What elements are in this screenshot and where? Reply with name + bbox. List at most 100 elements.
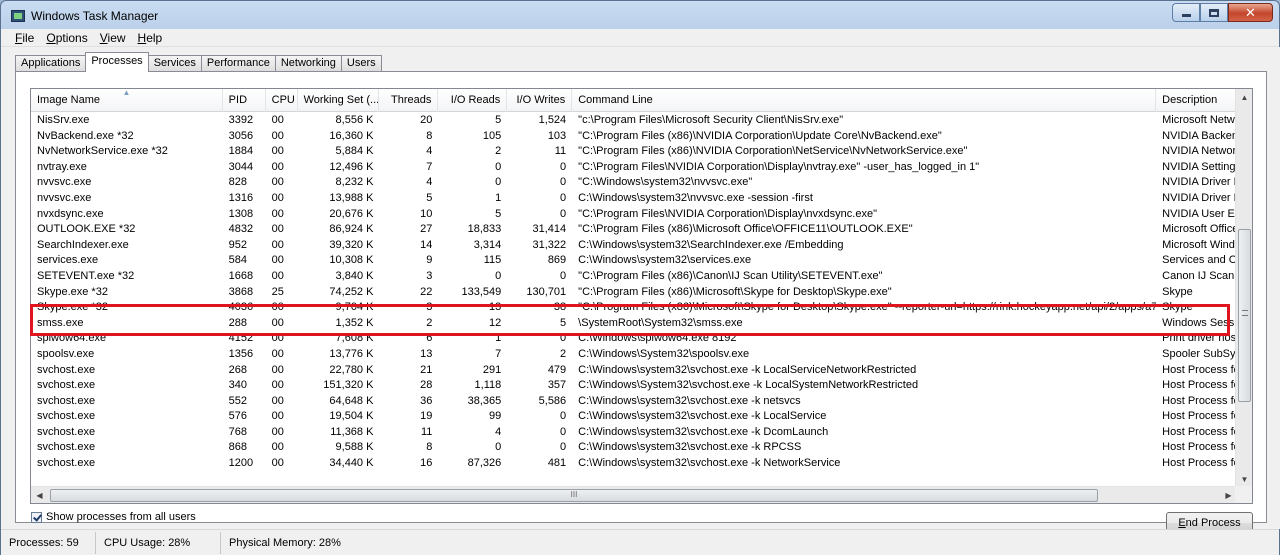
tab-applications[interactable]: Applications [15,55,87,72]
menu-options[interactable]: Options [40,31,93,45]
cell-image-name: Skype.exe *32 [37,285,108,298]
column-pid[interactable]: PID [223,89,266,112]
cell-threads: 13 [420,347,433,360]
table-row[interactable]: SearchIndexer.exe 952 00 39,320 K 14 3,314 31,… [31,238,1252,254]
table-row[interactable]: svchost.exe 268 00 22,780 K 21 291 479 C:\Windo… [31,363,1252,379]
menu-file[interactable]: File [9,31,40,45]
cell-threads: 10 [420,207,433,220]
table-row[interactable]: NisSrv.exe 3392 00 8,556 K 20 5 1,524 "c:\Progr… [31,113,1252,129]
column-io-reads[interactable]: I/O Reads [438,89,508,112]
tab-networking[interactable]: Networking [274,55,342,72]
tab-performance[interactable]: Performance [200,55,276,72]
cell-cpu: 00 [271,441,284,454]
table-row[interactable]: svchost.exe 868 00 9,588 K 8 0 0 C:\Windows\sys… [31,440,1252,456]
table-row[interactable]: spoolsv.exe 1356 00 13,776 K 13 7 2 C:\Windows\… [31,347,1252,363]
vertical-scrollbar[interactable]: ▲ ▼ [1235,89,1252,488]
column-cpu[interactable]: CPU [266,89,298,112]
cell-working-set: 19,504 K [329,410,374,423]
cell-command-line: C:\Windows\system32\svchost.exe -k Local… [578,410,827,423]
cell-pid: 3044 [228,160,254,173]
cell-image-name: nvvsvc.exe [37,191,92,204]
status-bar: Processes: 59 CPU Usage: 28% Physical Me… [1,529,1279,555]
column-threads[interactable]: Threads [379,89,439,112]
cell-io-writes: 103 [547,129,567,142]
cell-command-line: "C:\Program Files (x86)\NVIDIA Corporati… [578,145,968,158]
show-all-label: Show processes from all users [46,511,196,523]
table-row[interactable]: svchost.exe 552 00 64,648 K 36 38,365 5,586 C:\… [31,394,1252,410]
cell-threads: 7 [426,160,433,173]
table-row[interactable]: services.exe 584 00 10,308 K 9 115 869 C:\Windo… [31,253,1252,269]
cell-threads: 5 [426,191,433,204]
table-row[interactable]: SETEVENT.exe *32 1668 00 3,840 K 3 0 0 "C:\Prog… [31,269,1252,285]
maximize-icon [1209,8,1219,17]
column-io-writes[interactable]: I/O Writes [507,89,573,112]
cell-io-reads: 5 [495,207,502,220]
cell-pid: 952 [228,238,248,251]
table-row[interactable]: nvvsvc.exe 828 00 8,232 K 4 0 0 "C:\Windows\sys… [31,175,1252,191]
scroll-up-icon[interactable]: ▲ [1236,89,1252,106]
cell-cpu: 00 [271,129,284,142]
table-row[interactable]: svchost.exe 576 00 19,504 K 19 99 0 C:\Windows\… [31,409,1252,425]
cell-io-writes: 5,586 [538,394,567,407]
table-row[interactable]: svchost.exe 1200 00 34,440 K 16 87,326 481 C:\W… [31,456,1252,472]
cell-pid: 1668 [228,269,254,282]
tab-users[interactable]: Users [340,55,382,72]
cell-io-reads: 38,365 [467,394,502,407]
menu-view[interactable]: View [94,31,132,45]
cell-cpu: 00 [271,191,284,204]
cell-pid: 3868 [228,285,254,298]
tab-processes[interactable]: Processes [85,52,149,72]
column-working-set[interactable]: Working Set (... [298,89,380,112]
show-all-processes-option[interactable]: Show processes from all users [31,511,196,523]
vertical-scroll-thumb[interactable] [1238,229,1251,402]
horizontal-scrollbar[interactable]: ◀ III ▶ [31,486,1237,503]
column-image-name[interactable]: ▲ Image Name [31,89,223,112]
process-list[interactable]: ▲ Image Name PID CPU Working Set (... Th… [30,88,1253,504]
cell-io-reads: 7 [495,347,502,360]
scroll-left-icon[interactable]: ◀ [31,487,48,503]
cell-io-reads: 0 [495,269,502,282]
cell-pid: 552 [228,394,248,407]
cell-threads: 19 [420,410,433,423]
cell-cpu: 00 [271,145,284,158]
horizontal-scroll-thumb[interactable]: III [50,489,1098,502]
cell-pid: 1884 [228,145,254,158]
process-list-body: NisSrv.exe 3392 00 8,556 K 20 5 1,524 "c:\Progr… [31,113,1252,472]
table-row[interactable]: svchost.exe 768 00 11,368 K 11 4 0 C:\Windows\s… [31,425,1252,441]
close-icon: ✕ [1245,5,1256,20]
minimize-button[interactable] [1172,3,1200,22]
cell-command-line: C:\Windows\system32\svchost.exe -k RPCSS [578,441,802,454]
table-row[interactable]: Skype.exe *32 3868 25 74,252 K 22 133,549 130,… [31,285,1252,301]
cell-cpu: 00 [271,160,284,173]
tab-services[interactable]: Services [147,55,202,72]
close-button[interactable]: ✕ [1228,3,1273,22]
cell-threads: 3 [426,269,433,282]
cell-image-name: svchost.exe [37,394,96,407]
title-bar[interactable]: Windows Task Manager ✕ [1,1,1279,29]
cell-threads: 4 [426,145,433,158]
cell-command-line: C:\Windows\system32\svchost.exe -k netsv… [578,394,801,407]
table-row[interactable]: NvNetworkService.exe *32 1884 00 5,884 K 4 2 1… [31,144,1252,160]
cell-working-set: 86,924 K [329,223,374,236]
column-command-line[interactable]: Command Line [572,89,1157,112]
cell-command-line: "C:\Program Files\NVIDIA Corporation\Dis… [578,207,877,220]
cell-working-set: 13,988 K [329,191,374,204]
cell-io-reads: 133,549 [461,285,502,298]
table-row[interactable]: NvBackend.exe *32 3056 00 16,360 K 8 105 103 "C… [31,129,1252,145]
cell-threads: 8 [426,129,433,142]
cell-pid: 3392 [228,114,254,126]
cell-pid: 3056 [228,129,254,142]
checkbox-checked-icon[interactable] [31,511,42,523]
cell-threads: 11 [420,425,433,438]
table-row[interactable]: nvxdsync.exe 1308 00 20,676 K 10 5 0 "C:\Progra… [31,207,1252,223]
table-row[interactable]: svchost.exe 340 00 151,320 K 28 1,118 357 C:\Wi… [31,378,1252,394]
cell-command-line: C:\Windows\System32\spoolsv.exe [578,347,750,360]
table-row[interactable]: OUTLOOK.EXE *32 4832 00 86,924 K 27 18,833 31,… [31,222,1252,238]
table-row[interactable]: nvtray.exe 3044 00 12,496 K 7 0 0 "C:\Program F… [31,160,1252,176]
cell-image-name: svchost.exe [37,425,96,438]
table-row[interactable]: nvvsvc.exe 1316 00 13,988 K 5 1 0 C:\Windows\sy… [31,191,1252,207]
cell-io-writes: 0 [560,269,567,282]
menu-help[interactable]: Help [132,31,169,45]
maximize-button[interactable] [1200,3,1228,22]
cell-threads: 36 [420,394,433,407]
